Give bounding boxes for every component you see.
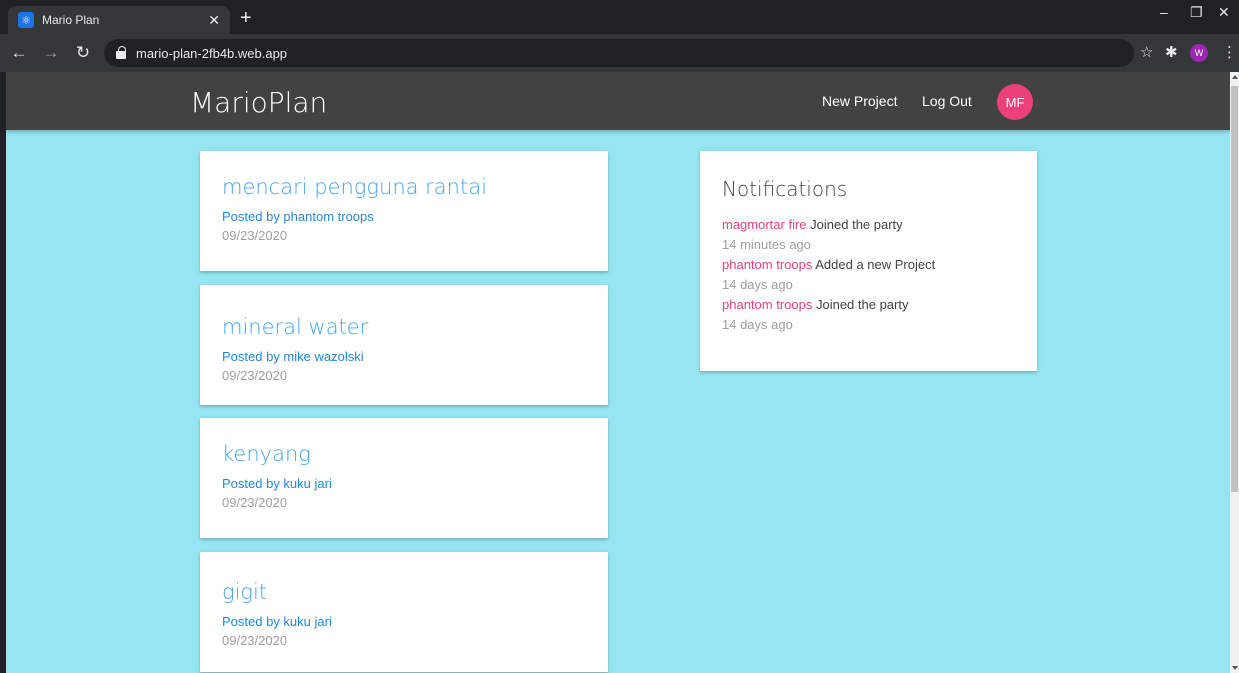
reload-icon[interactable]: ↻ (70, 43, 96, 63)
project-card[interactable]: mineral water Posted by mike wazolski 09… (200, 285, 608, 405)
project-title[interactable]: kenyang (222, 442, 586, 466)
log-out-link[interactable]: Log Out (922, 93, 972, 109)
notification-time: 14 days ago (722, 277, 793, 292)
close-tab-icon[interactable]: ✕ (208, 12, 220, 29)
new-project-link[interactable]: New Project (822, 93, 897, 109)
scroll-up-arrow-icon[interactable] (1232, 75, 1238, 79)
bookmark-star-icon[interactable]: ☆ (1140, 43, 1153, 61)
notification-item: magmortar fire Joined the party 14 minut… (722, 215, 1015, 255)
profile-avatar[interactable]: W (1190, 44, 1208, 62)
back-icon[interactable]: ← (6, 43, 32, 63)
project-author: Posted by kuku jari (222, 476, 332, 491)
browser-toolbar: ← → ↻ mario-plan-2fb4b.web.app ☆ ✱ W ⋮ (0, 34, 1239, 72)
user-avatar[interactable]: MF (997, 84, 1033, 120)
notifications-card: Notifications magmortar fire Joined the … (700, 151, 1037, 371)
project-date: 09/23/2020 (222, 495, 288, 510)
project-author: Posted by phantom troops (222, 209, 374, 224)
notification-content: Joined the party (815, 297, 909, 312)
extensions-puzzle-icon[interactable]: ✱ (1165, 43, 1178, 61)
brand-logo[interactable]: MarioPlan (190, 86, 327, 119)
close-window-icon[interactable]: ✕ (1218, 4, 1230, 21)
menu-kebab-icon[interactable]: ⋮ (1222, 43, 1237, 61)
notification-time: 14 minutes ago (722, 237, 811, 252)
react-favicon-icon: ⚛ (18, 12, 34, 28)
project-title[interactable]: mencari pengguna rantai (222, 175, 586, 199)
browser-tab[interactable]: ⚛ Mario Plan ✕ (8, 6, 230, 34)
project-card[interactable]: gigit Posted by kuku jari 09/23/2020 (200, 552, 608, 672)
page-scrollbar[interactable] (1230, 72, 1239, 673)
minimize-icon[interactable]: – (1160, 4, 1168, 20)
new-tab-icon[interactable]: + (240, 6, 252, 30)
tab-title: Mario Plan (42, 13, 100, 27)
notification-user: phantom troops (722, 257, 813, 272)
project-card[interactable]: mencari pengguna rantai Posted by phanto… (200, 151, 608, 271)
project-title[interactable]: mineral water (222, 315, 586, 339)
browser-tabstrip: ⚛ Mario Plan ✕ + – ❐ ✕ (0, 0, 1239, 34)
address-bar[interactable]: mario-plan-2fb4b.web.app (104, 39, 1134, 67)
notification-user: phantom troops (722, 297, 813, 312)
notification-item: phantom troops Joined the party 14 days … (722, 295, 1015, 335)
project-title[interactable]: gigit (222, 580, 586, 604)
project-card[interactable]: kenyang Posted by kuku jari 09/23/2020 (200, 418, 608, 538)
project-date: 09/23/2020 (222, 633, 288, 648)
project-author: Posted by mike wazolski (222, 349, 364, 364)
notification-content: Joined the party (810, 217, 903, 232)
project-author: Posted by kuku jari (222, 614, 332, 629)
restore-icon[interactable]: ❐ (1190, 4, 1203, 21)
notification-item: phantom troops Added a new Project 14 da… (722, 255, 1015, 295)
scroll-down-arrow-icon[interactable] (1232, 666, 1238, 670)
notification-user: magmortar fire (722, 217, 807, 232)
url-text: mario-plan-2fb4b.web.app (136, 45, 288, 61)
notifications-title: Notifications (722, 177, 848, 201)
forward-icon[interactable]: → (38, 43, 64, 63)
app-navbar: MarioPlan New Project Log Out MF (6, 72, 1230, 130)
notification-time: 14 days ago (722, 317, 793, 332)
page-viewport: MarioPlan New Project Log Out MF mencari… (6, 72, 1230, 673)
notification-content: Added a new Project (815, 257, 936, 272)
project-date: 09/23/2020 (222, 228, 288, 243)
scrollbar-thumb[interactable] (1231, 86, 1238, 492)
project-date: 09/23/2020 (222, 368, 288, 383)
lock-icon (116, 46, 126, 59)
